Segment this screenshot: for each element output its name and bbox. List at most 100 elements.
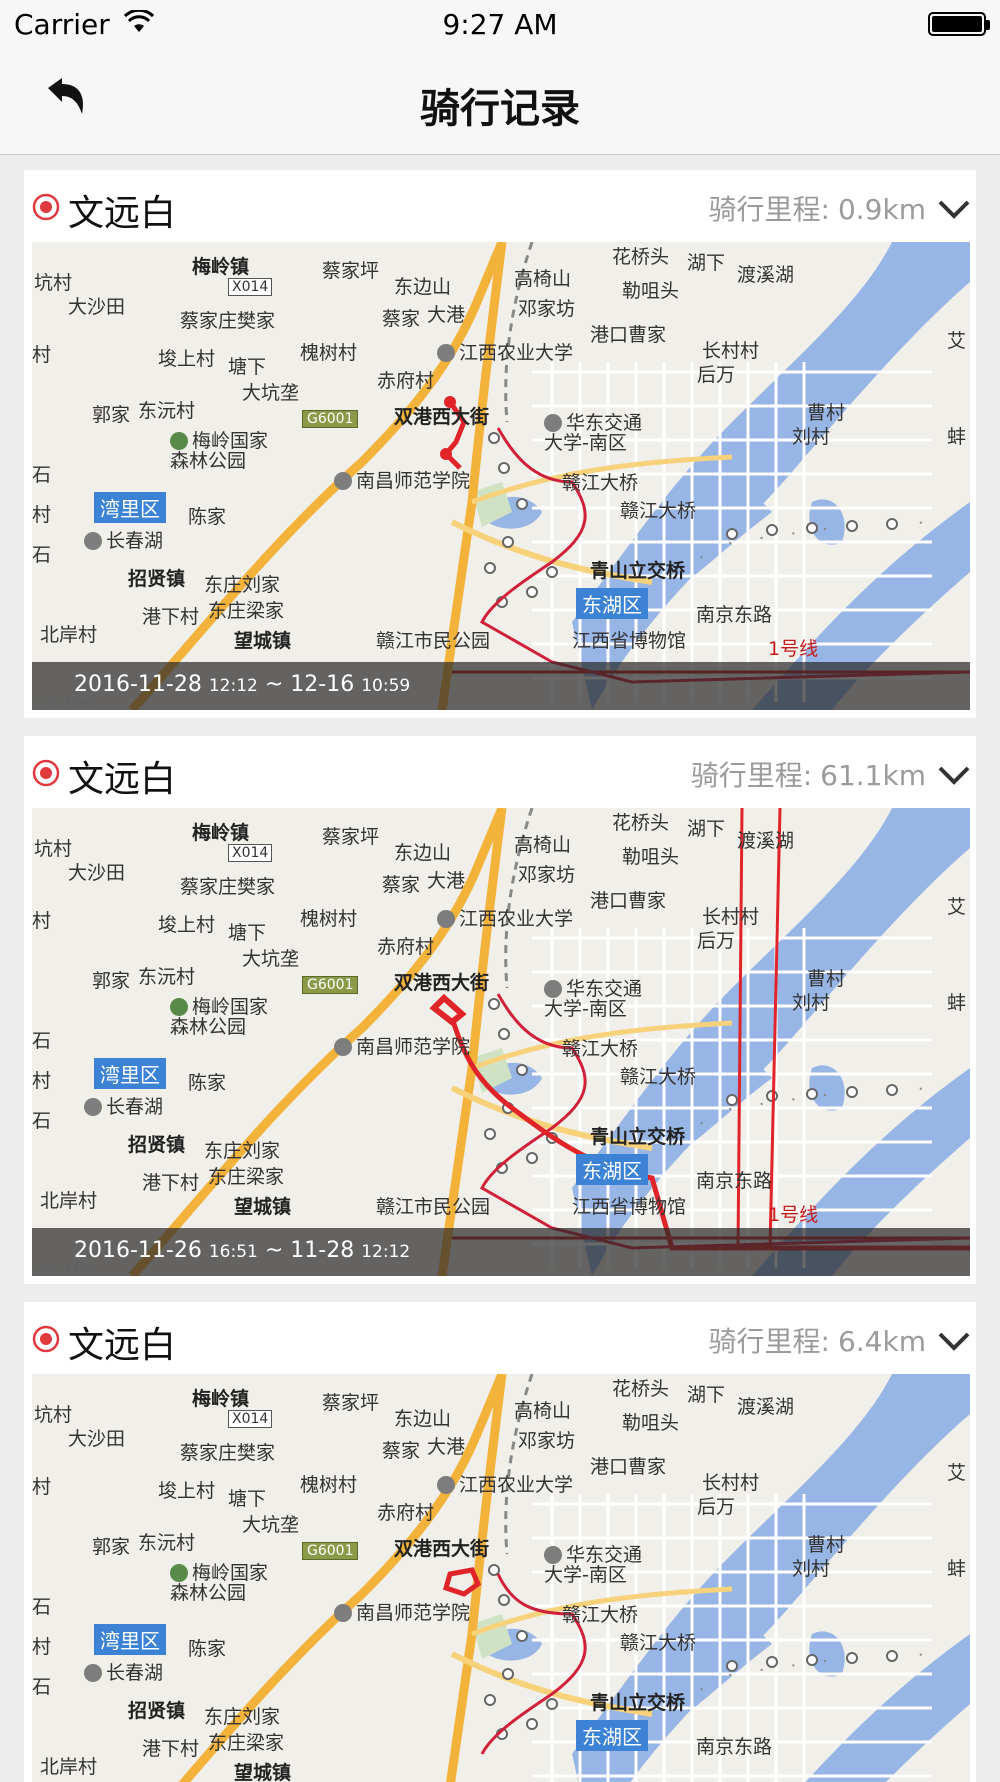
metro-line-label: 1号线 — [768, 1204, 819, 1226]
map-label: 港下村 — [142, 1168, 199, 1195]
map-label-text: 森林公园 — [170, 1582, 247, 1604]
map-label: 坑村 — [34, 1400, 72, 1427]
map-label: 东庄梁家 — [208, 1162, 284, 1189]
map-label: 陈家 — [188, 1068, 226, 1095]
start-time: 12:12 — [208, 676, 258, 696]
map-label: 梅岭镇 — [192, 1384, 249, 1411]
map-label-text: 港下村 — [142, 1172, 200, 1194]
map-label: 赤府村 — [377, 366, 434, 393]
map-label: 东庄刘家 — [204, 570, 280, 597]
map-label-text: 大坑垄 — [242, 382, 300, 404]
map-label: 曹村 — [807, 964, 845, 991]
chevron-down-icon[interactable] — [936, 760, 972, 788]
route-map[interactable]: 梅岭镇 蔡家坪 东边山 高椅山 花桥头 湖下 渡溪湖 坑村 大沙田 X014 蔡家庄樊家 蔡家 大港 邓家… — [32, 1374, 970, 1782]
map-label: 南昌师范学院 — [334, 1598, 470, 1625]
map-label-text: 渡溪湖 — [737, 264, 795, 286]
map-label: 村 — [32, 1066, 51, 1093]
map-label-text: X014 — [232, 1411, 269, 1427]
map-label: 大沙田 — [68, 1424, 125, 1451]
map-label: 湾里区 — [94, 1058, 166, 1089]
map-label-text: 大坑垄 — [242, 948, 300, 970]
map-label: 蔡家庄樊家 — [180, 1438, 275, 1465]
map-label-text: 村 — [32, 1476, 52, 1498]
map-label: 梅岭镇 — [192, 818, 249, 845]
map-label-text: 勒咀头 — [622, 846, 680, 868]
card-header: 文远白 骑行里程: 0.9km — [24, 170, 976, 242]
map-label: 青山立交桥 — [590, 1688, 685, 1715]
map-label: 蚌 — [947, 1554, 966, 1581]
map-label-text: 勒咀头 — [622, 280, 680, 302]
distance-label: 骑行里程: — [708, 193, 830, 226]
battery-icon — [928, 12, 990, 36]
map-label-text: 大学-南区 — [544, 1564, 627, 1586]
map-label: 后万 — [697, 1492, 735, 1519]
map-label-text: 郭家 — [92, 404, 131, 426]
map-label: X014 — [228, 278, 273, 296]
route-map[interactable]: 梅岭镇 蔡家坪 东边山 高椅山 花桥头 湖下 渡溪湖 坑村 大沙田 X014 蔡家庄樊家 蔡家 大港 邓家… — [32, 242, 970, 710]
map-label: 湾里区 — [94, 1624, 166, 1655]
map-label: 招贤镇 — [128, 1130, 185, 1157]
map-label-text: 埈上村 — [158, 914, 216, 936]
map-label: X014 — [228, 844, 273, 862]
map-label: 郭家 — [92, 1532, 130, 1559]
map-label: 艾 — [947, 326, 966, 353]
map-label-text: 湾里区 — [100, 497, 160, 521]
map-label-text: 邓家坊 — [518, 1430, 576, 1452]
distance-text: 骑行里程: 61.1km — [691, 754, 926, 794]
map-label: 高椅山 — [514, 264, 571, 291]
record-dot-icon — [32, 193, 60, 221]
ride-record-card[interactable]: 文远白 骑行里程: 0.9km 梅岭镇 蔡家坪 东边山 高椅山 花桥头 湖下 渡溪湖 坑村 大沙田… — [24, 170, 976, 718]
route-map[interactable]: 梅岭镇 蔡家坪 东边山 高椅山 花桥头 湖下 渡溪湖 坑村 大沙田 X014 蔡家庄樊家 蔡家 大港 邓家… — [32, 808, 970, 1276]
map-label: 大沙田 — [68, 292, 125, 319]
map-label-text: 江西农业大学 — [459, 342, 574, 364]
map-label-text: 后万 — [697, 364, 736, 386]
map-label-text: G6001 — [307, 977, 354, 993]
navigation-bar: 骑行记录 — [0, 46, 1000, 155]
map-label: 石 — [32, 460, 51, 487]
map-label: 大学-南区 — [544, 994, 627, 1021]
map-label-text: 塘下 — [228, 1488, 267, 1510]
map-label-text: 蚌 — [947, 992, 967, 1014]
map-label-text: 江西农业大学 — [459, 1474, 574, 1496]
map-label-text: 南京东路 — [696, 1170, 773, 1192]
map-label: 花桥头 — [612, 1374, 669, 1401]
map-label-text: 蔡家庄樊家 — [180, 1442, 276, 1464]
map-label: 招贤镇 — [128, 1696, 185, 1723]
ride-record-card[interactable]: 文远白 骑行里程: 6.4km 梅岭镇 蔡家坪 东边山 高椅山 花桥头 湖下 渡溪湖 坑村 大沙田… — [24, 1302, 976, 1782]
ride-record-card[interactable]: 文远白 骑行里程: 61.1km 梅岭镇 蔡家坪 东边山 高椅山 花桥头 湖下 渡溪湖 坑村 大沙… — [24, 736, 976, 1284]
chevron-down-icon[interactable] — [936, 1326, 972, 1354]
map-label: 长春湖 — [84, 1092, 163, 1119]
map-label: 港下村 — [142, 1734, 199, 1761]
map-label: 东边山 — [394, 1404, 451, 1431]
map-label-text: 东庄梁家 — [208, 1166, 285, 1188]
map-label-text: 望城镇 — [234, 1196, 292, 1218]
map-label-text: G6001 — [307, 411, 354, 427]
map-label-text: 曹村 — [807, 968, 846, 990]
map-label: 渡溪湖 — [737, 826, 794, 853]
map-label: 东庄刘家 — [204, 1136, 280, 1163]
map-label-text: 港口曹家 — [590, 1456, 667, 1478]
map-label: 蔡家庄樊家 — [180, 306, 275, 333]
map-label: 大港 — [427, 1432, 465, 1459]
distance-value: 61.1km — [820, 759, 926, 792]
map-background — [32, 808, 970, 1276]
map-label-text: 东湖区 — [582, 1159, 642, 1183]
map-label-text: 湖下 — [687, 1384, 726, 1406]
map-label: 赣江大桥 — [562, 1034, 638, 1061]
map-label-text: 东湖区 — [582, 1725, 642, 1749]
map-label-text: 赣江大桥 — [562, 472, 639, 494]
map-label-text: 东湖区 — [582, 593, 642, 617]
map-label: 东庄刘家 — [204, 1702, 280, 1729]
map-label: 村 — [32, 1472, 51, 1499]
map-label-text: 赤府村 — [377, 1502, 435, 1524]
map-label-text: 勒咀头 — [622, 1412, 680, 1434]
rider-name: 文远白 — [68, 193, 177, 234]
map-label: 塘下 — [228, 1484, 266, 1511]
map-label-text: 双港西大街 — [394, 972, 490, 994]
map-label: 港口曹家 — [590, 1452, 666, 1479]
distance-text: 骑行里程: 0.9km — [709, 188, 926, 228]
chevron-down-icon[interactable] — [936, 194, 972, 222]
map-label-text: 曹村 — [807, 402, 846, 424]
map-label: 赣江大桥 — [620, 496, 696, 523]
map-label: 赣江大桥 — [562, 1600, 638, 1627]
